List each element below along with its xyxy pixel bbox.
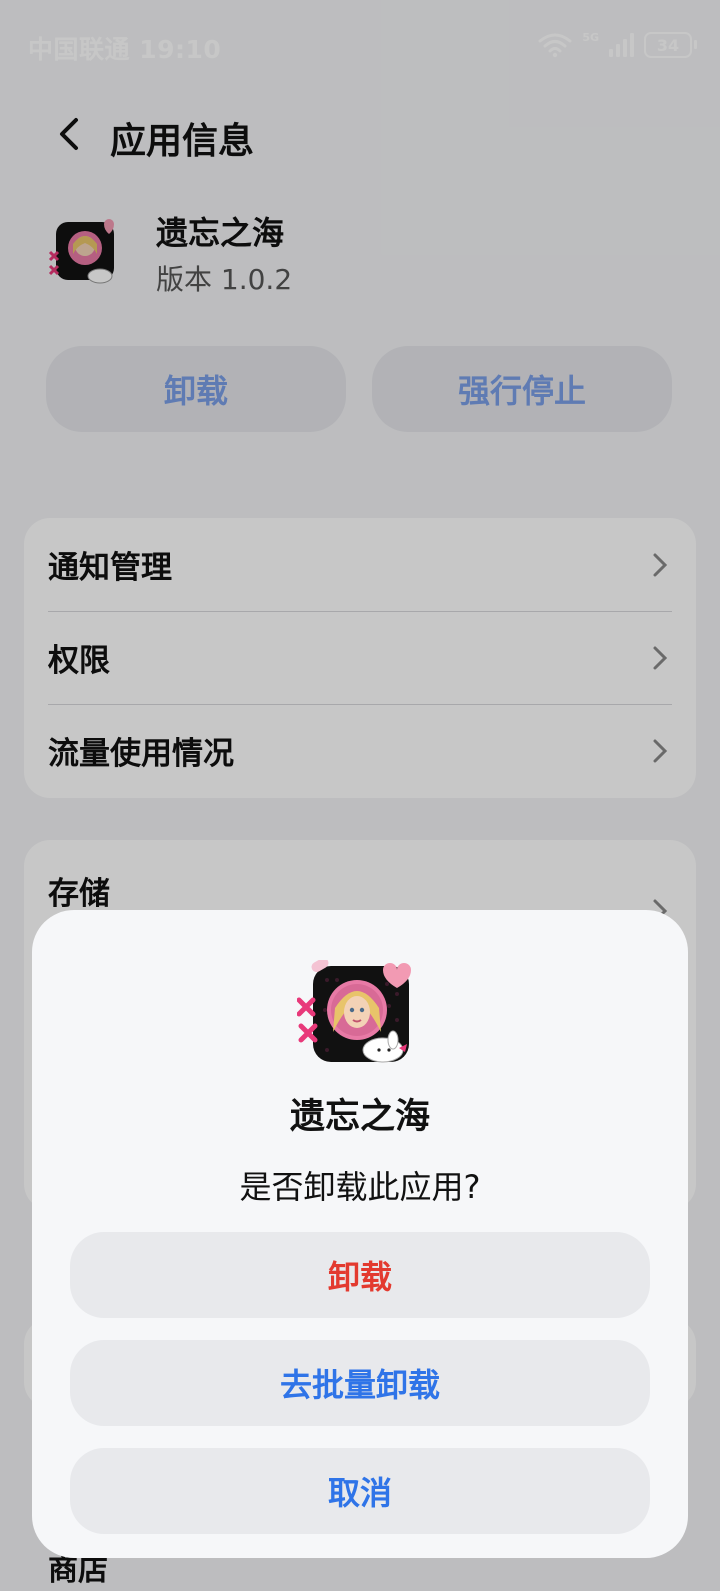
dialog-app-name: 遗忘之海 (289, 1097, 430, 1137)
confirm-uninstall-button[interactable]: 卸载 (70, 1232, 650, 1318)
batch-uninstall-button[interactable]: 去批量卸载 (70, 1340, 650, 1426)
uninstall-dialog: 遗忘之海 是否卸载此应用? 卸载 去批量卸载 取消 (32, 910, 688, 1558)
app-icon (297, 960, 411, 1063)
cancel-button[interactable]: 取消 (70, 1448, 650, 1534)
dialog-question: 是否卸载此应用? (239, 1168, 481, 1206)
